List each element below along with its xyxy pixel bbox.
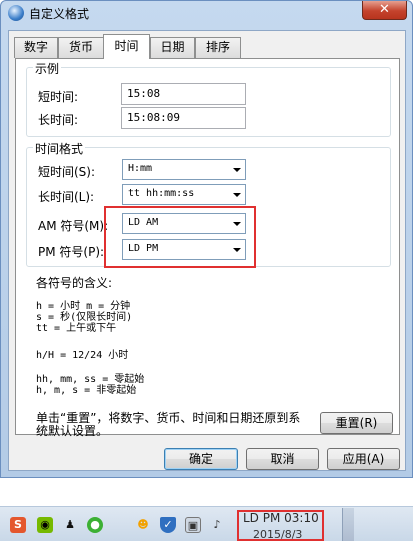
short-time-value: H:mm [128, 163, 153, 174]
network-icon[interactable]: ▣ [185, 517, 201, 533]
reset-description-line-2: 统默认设置。 [36, 424, 109, 438]
shield-icon[interactable]: ✓ [160, 517, 176, 533]
chevron-down-icon [233, 168, 241, 172]
tab-date[interactable]: 日期 [150, 37, 195, 58]
cancel-button[interactable]: 取消 [246, 448, 319, 470]
long-time-value: tt hh:mm:ss [128, 188, 195, 199]
wechat-icon[interactable]: ● [87, 517, 103, 533]
legend-line-6: h, m, s = 非零起始 [36, 385, 137, 396]
am-symbol-label: AM 符号(M): [38, 219, 109, 233]
long-time-label: 长时间(L): [38, 190, 95, 204]
example-long-field: 15:08:09 [121, 107, 246, 129]
ok-button[interactable]: 确定 [164, 448, 238, 470]
apply-button[interactable]: 应用(A) [327, 448, 400, 470]
window-title: 自定义格式 [29, 7, 90, 21]
clock-date[interactable]: 2015/8/3 [253, 528, 302, 541]
tab-number[interactable]: 数字 [14, 37, 58, 58]
tab-time[interactable]: 时间 [103, 34, 150, 59]
am-pm-highlight-box [104, 206, 256, 268]
example-group-title: 示例 [33, 60, 62, 77]
tab-currency[interactable]: 货币 [58, 37, 104, 58]
example-short-field: 15:08 [121, 83, 246, 105]
qq-icon[interactable]: ☻ [135, 517, 151, 533]
legend-title: 各符号的含义: [36, 276, 113, 290]
show-desktop-button[interactable] [342, 508, 354, 541]
volume-muted-icon[interactable]: ♪ [209, 517, 225, 533]
short-time-label: 短时间(S): [38, 165, 96, 179]
tab-sort[interactable]: 排序 [195, 37, 241, 58]
legend-line-4: h/H = 12/24 小时 [36, 350, 129, 361]
example-short-label: 短时间: [38, 90, 79, 104]
title-bar[interactable]: 自定义格式 ✕ [1, 1, 412, 25]
time-format-group-title: 时间格式 [33, 140, 86, 157]
penguin-icon[interactable]: ♟ [62, 517, 78, 533]
short-time-select[interactable]: H:mm [122, 159, 246, 180]
clock-time[interactable]: LD PM 03:10 [243, 511, 319, 525]
sogou-icon[interactable]: S [10, 517, 26, 533]
globe-icon [8, 5, 24, 21]
reset-button[interactable]: 重置(R) [320, 412, 393, 434]
chevron-down-icon [233, 193, 241, 197]
close-button[interactable]: ✕ [362, 1, 407, 20]
long-time-select[interactable]: tt hh:mm:ss [122, 184, 246, 205]
legend-line-3: tt = 上午或下午 [36, 323, 117, 334]
nvidia-icon[interactable]: ◉ [37, 517, 53, 533]
pm-symbol-label: PM 符号(P): [38, 245, 105, 259]
example-long-label: 长时间: [38, 113, 79, 127]
